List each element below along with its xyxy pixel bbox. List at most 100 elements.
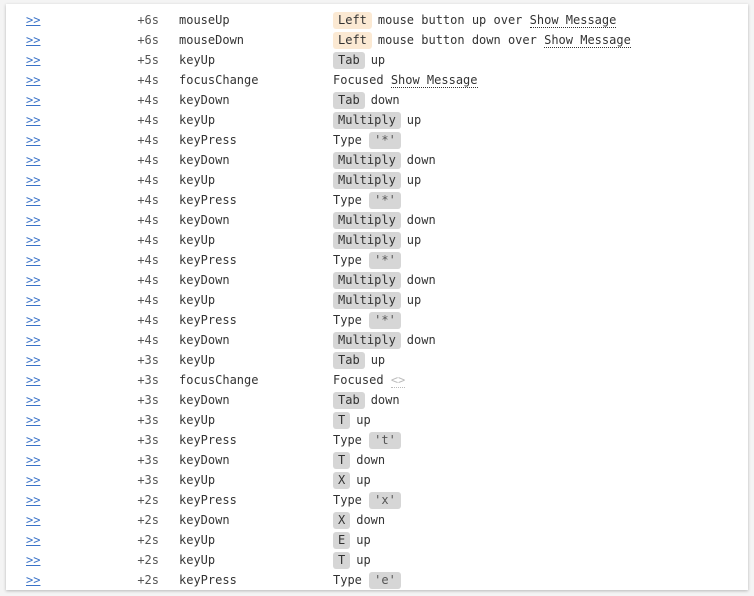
expand-link[interactable]: >>	[26, 330, 40, 350]
event-detail: Tdown	[333, 450, 385, 470]
event-row: >> +2s keyPress Type 'e'	[6, 570, 748, 590]
expand-link[interactable]: >>	[26, 210, 40, 230]
expand-link[interactable]: >>	[26, 90, 40, 110]
event-type: keyUp	[179, 413, 216, 427]
event-row: >> +2s keyPress Type 'x'	[6, 490, 748, 510]
event-detail: Focused Show Message	[333, 70, 478, 90]
detail-text: Type	[333, 313, 362, 327]
expand-link[interactable]: >>	[26, 530, 40, 550]
event-detail: Multiply up	[333, 230, 421, 250]
event-time: +2s	[137, 493, 159, 507]
expand-link[interactable]: >>	[26, 450, 40, 470]
event-detail: Tab up	[333, 350, 385, 370]
event-time: +3s	[137, 413, 159, 427]
expand-link[interactable]: >>	[26, 550, 40, 570]
event-type: keyUp	[179, 553, 216, 567]
event-time: +2s	[137, 513, 159, 527]
expand-link[interactable]: >>	[26, 270, 40, 290]
detail-text: up	[406, 173, 422, 187]
char-badge: 'e'	[369, 572, 401, 589]
key-badge: X	[333, 472, 351, 489]
event-type: keyPress	[179, 433, 237, 447]
event-type: keyDown	[179, 453, 230, 467]
detail-text: up	[406, 113, 422, 127]
expand-link[interactable]: >>	[26, 290, 40, 310]
event-row: >> +4s keyUp Multiply up	[6, 290, 748, 310]
event-row: >> +4s keyUp Multiply up	[6, 170, 748, 190]
key-badge: Multiply	[333, 152, 401, 169]
event-row: >> +4s keyPress Type '*'	[6, 250, 748, 270]
event-row: >> +3s keyPress Type 't'	[6, 430, 748, 450]
event-time: +4s	[137, 73, 159, 87]
expand-link[interactable]: >>	[26, 570, 40, 590]
event-type: keyUp	[179, 473, 216, 487]
detail-text: up	[356, 473, 371, 487]
event-time: +4s	[137, 213, 159, 227]
expand-link[interactable]: >>	[26, 370, 40, 390]
event-time: +3s	[137, 353, 159, 367]
target-element-link[interactable]: Show Message	[529, 13, 617, 28]
expand-link[interactable]: >>	[26, 250, 40, 270]
expand-link[interactable]: >>	[26, 310, 40, 330]
event-detail: Type '*'	[333, 310, 407, 330]
expand-link[interactable]: >>	[26, 410, 40, 430]
key-badge: Tab	[333, 352, 365, 369]
event-detail: Eup	[333, 530, 371, 550]
target-element-link[interactable]: Show Message	[390, 73, 478, 88]
event-time: +4s	[137, 273, 159, 287]
event-time: +3s	[137, 453, 159, 467]
char-badge: '*'	[369, 252, 401, 269]
expand-link[interactable]: >>	[26, 30, 40, 50]
event-row: >> +4s keyDown Multiply down	[6, 330, 748, 350]
detail-text: down	[406, 333, 436, 347]
event-type: keyDown	[179, 213, 230, 227]
event-row: >> +3s keyUp Xup	[6, 470, 748, 490]
detail-text: down	[370, 93, 400, 107]
event-type: keyDown	[179, 93, 230, 107]
key-badge: E	[333, 532, 351, 549]
event-type: keyDown	[179, 333, 230, 347]
detail-text: Type	[333, 433, 362, 447]
expand-link[interactable]: >>	[26, 70, 40, 90]
expand-link[interactable]: >>	[26, 230, 40, 250]
event-row: >> +4s keyDown Multiply down	[6, 210, 748, 230]
expand-link[interactable]: >>	[26, 510, 40, 530]
detail-text: up	[370, 53, 386, 67]
detail-text: up	[356, 533, 371, 547]
target-element-link[interactable]: <>	[390, 373, 406, 388]
expand-link[interactable]: >>	[26, 10, 40, 30]
event-type: keyUp	[179, 173, 216, 187]
event-detail: Multiply up	[333, 170, 421, 190]
detail-text: down	[356, 453, 386, 467]
detail-text: down	[356, 513, 386, 527]
event-detail: Tab up	[333, 50, 385, 70]
expand-link[interactable]: >>	[26, 430, 40, 450]
key-badge: T	[333, 412, 351, 429]
expand-link[interactable]: >>	[26, 390, 40, 410]
event-detail: Xup	[333, 470, 371, 490]
expand-link[interactable]: >>	[26, 130, 40, 150]
expand-link[interactable]: >>	[26, 150, 40, 170]
key-badge: Tab	[333, 392, 365, 409]
event-time: +2s	[137, 573, 159, 587]
expand-link[interactable]: >>	[26, 490, 40, 510]
event-detail: Tab down	[333, 390, 400, 410]
event-row: >> +4s keyUp Multiply up	[6, 110, 748, 130]
event-detail: Xdown	[333, 510, 385, 530]
expand-link[interactable]: >>	[26, 110, 40, 130]
expand-link[interactable]: >>	[26, 350, 40, 370]
expand-link[interactable]: >>	[26, 170, 40, 190]
expand-link[interactable]: >>	[26, 190, 40, 210]
expand-link[interactable]: >>	[26, 50, 40, 70]
event-log-panel: >> +6s mouseUp Left mouse button up over Sho…	[6, 4, 748, 590]
event-type: keyDown	[179, 513, 230, 527]
event-row: >> +2s keyUp Eup	[6, 530, 748, 550]
key-badge: Tab	[333, 92, 365, 109]
mouse-button-badge: Left	[333, 32, 372, 49]
detail-text: up	[356, 553, 371, 567]
event-type: mouseDown	[179, 33, 245, 47]
expand-link[interactable]: >>	[26, 470, 40, 490]
detail-text: mouse button up over	[377, 13, 523, 27]
event-row: >> +4s keyDown Multiply down	[6, 270, 748, 290]
target-element-link[interactable]: Show Message	[544, 33, 631, 48]
